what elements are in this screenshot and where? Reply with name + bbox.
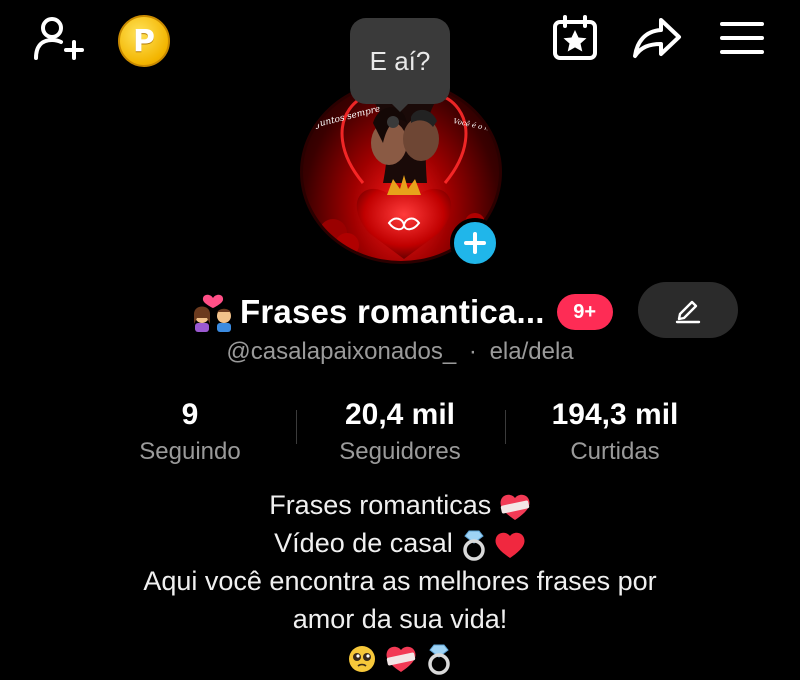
bio: Frases romanticas Vídeo de casal Aqui vo… bbox=[0, 486, 800, 676]
likes-label: Curtidas bbox=[570, 438, 660, 465]
handle-separator: · bbox=[468, 338, 477, 365]
notification-badge[interactable]: 9+ bbox=[556, 294, 613, 330]
avatar-text-right: Você é o meu porto seguro bbox=[453, 117, 502, 145]
calendar-star-icon bbox=[553, 15, 597, 60]
ring-icon bbox=[427, 644, 450, 675]
name-row: Frases romantica... 9+ bbox=[190, 288, 613, 336]
stat-divider bbox=[505, 410, 506, 444]
add-friend-button[interactable] bbox=[30, 12, 86, 64]
plus-icon bbox=[464, 232, 486, 254]
pronouns: ela/dela bbox=[489, 338, 574, 365]
share-button[interactable] bbox=[628, 12, 686, 64]
bubble-dot bbox=[387, 116, 399, 128]
bio-line-3: Aqui você encontra as melhores frases po… bbox=[143, 566, 657, 596]
bio-line-1: Frases romanticas bbox=[0, 486, 800, 524]
following-count: 9 bbox=[181, 398, 199, 431]
bio-line-1-text: Frases romanticas bbox=[269, 490, 492, 520]
edit-profile-button[interactable] bbox=[638, 282, 738, 338]
red-heart-icon bbox=[495, 532, 525, 558]
status-bubble-text: E aí? bbox=[369, 45, 431, 76]
heart-bandage-icon bbox=[500, 494, 530, 520]
bubble-tail bbox=[388, 100, 412, 112]
heart-bandage-icon bbox=[386, 646, 416, 672]
share-icon bbox=[633, 18, 681, 58]
pleading-face-icon bbox=[349, 645, 376, 672]
bio-line-2: Vídeo de casal bbox=[0, 524, 800, 562]
display-name: Frases romantica... bbox=[240, 293, 545, 330]
stat-divider bbox=[296, 410, 297, 444]
pencil-icon bbox=[675, 300, 701, 324]
likes-count: 194,3 mil bbox=[551, 398, 679, 431]
add-avatar-button[interactable] bbox=[450, 218, 500, 268]
bio-line-4: amor da sua vida! bbox=[292, 604, 508, 634]
ring-icon bbox=[463, 530, 486, 561]
handle-row: @casalapaixonados_ · ela/dela bbox=[0, 338, 800, 366]
followers-label: Seguidores bbox=[339, 438, 461, 465]
bio-line-5 bbox=[0, 638, 800, 676]
menu-icon bbox=[720, 22, 764, 54]
coin-button[interactable]: P bbox=[118, 15, 170, 67]
menu-button[interactable] bbox=[716, 14, 768, 62]
username-handle[interactable]: @casalapaixonados_ bbox=[226, 338, 456, 365]
add-user-icon bbox=[34, 17, 84, 60]
stat-followers[interactable]: 20,4 mil Seguidores bbox=[310, 398, 490, 466]
couple-icon bbox=[194, 294, 231, 332]
stat-following[interactable]: 9 Seguindo bbox=[120, 398, 260, 466]
bio-line-2-text: Vídeo de casal bbox=[274, 528, 453, 558]
avatar-text-left: Juntos sempre bbox=[313, 104, 381, 130]
stat-likes[interactable]: 194,3 mil Curtidas bbox=[520, 398, 710, 466]
status-bubble[interactable]: E aí? bbox=[350, 18, 450, 104]
calendar-button[interactable] bbox=[548, 12, 602, 64]
following-label: Seguindo bbox=[139, 438, 241, 465]
followers-count: 20,4 mil bbox=[344, 398, 456, 431]
coin-icon: P bbox=[133, 23, 155, 59]
